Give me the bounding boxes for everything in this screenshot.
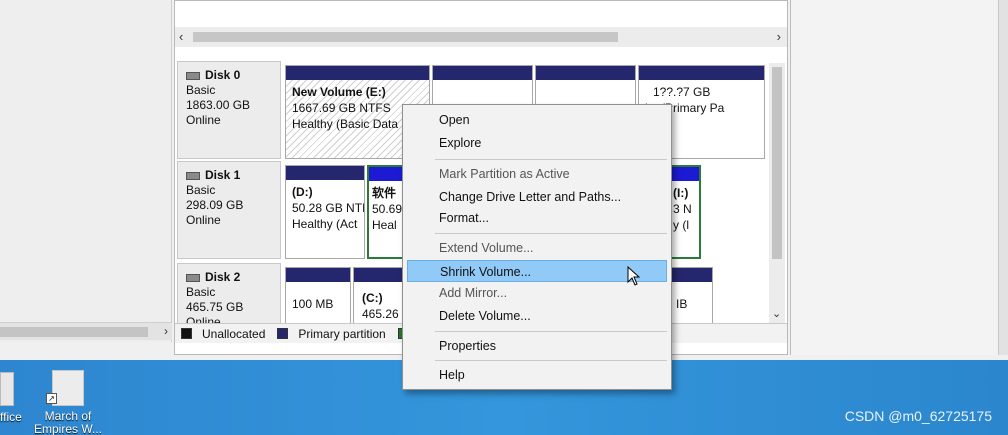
disk-type: Basic xyxy=(186,285,216,299)
scroll-thumb[interactable] xyxy=(193,32,618,42)
legend-primary: Primary partition xyxy=(298,326,386,341)
partition-status: y (l xyxy=(673,218,689,232)
primary-swatch xyxy=(277,328,289,339)
disk-status: Online xyxy=(186,213,221,227)
partition-c[interactable]: (C:) 465.26 G xyxy=(353,267,403,327)
menu-separator xyxy=(435,159,667,160)
menu-item-change-drive-letter[interactable]: Change Drive Letter and Paths... xyxy=(407,186,667,208)
desktop-icon-label: ffice xyxy=(0,410,22,424)
left-pane: › xyxy=(0,0,172,342)
disk-size: 465.75 GB xyxy=(186,300,244,314)
scroll-down-arrow-icon[interactable]: ⌄ xyxy=(772,307,781,320)
partition-size: 50.28 GB NTI xyxy=(292,201,365,215)
partition-i[interactable]: (I:) 3 N y (l xyxy=(669,165,701,259)
scroll-thumb[interactable] xyxy=(0,327,148,337)
partition-status: Heal xyxy=(372,218,397,232)
desktop-icon-label[interactable]: March of Empires W... xyxy=(34,410,102,435)
right-edge xyxy=(998,0,1008,355)
disk-icon xyxy=(186,171,200,180)
disk-name: Disk 1 xyxy=(205,168,241,182)
unallocated-swatch xyxy=(181,328,192,339)
partition-size: IB xyxy=(676,297,688,311)
actions-pane xyxy=(790,0,1008,355)
partition[interactable]: IB xyxy=(669,267,713,327)
menu-item-format[interactable]: Format... xyxy=(407,207,667,229)
menu-item-explore[interactable]: Explore xyxy=(407,132,667,154)
disk-icon xyxy=(186,71,200,80)
partition-size: 50.69 xyxy=(372,202,403,216)
scroll-left-arrow-icon[interactable]: ‹ xyxy=(179,29,183,44)
office-icon[interactable] xyxy=(0,372,14,406)
menu-item-open[interactable]: Open xyxy=(407,109,667,131)
partition-name: (I:) xyxy=(673,186,689,200)
disk-size: 298.09 GB xyxy=(186,198,244,212)
scroll-right-arrow-icon[interactable]: › xyxy=(164,324,168,338)
disk-status: Online xyxy=(186,113,221,127)
menu-separator xyxy=(435,360,667,361)
partition-system[interactable]: 100 MB xyxy=(285,267,351,327)
disk-view-vertical-scrollbar[interactable]: ⌄ xyxy=(769,63,785,323)
disk-name: Disk 2 xyxy=(205,270,241,284)
partition-size: 100 MB xyxy=(292,297,334,311)
partition-name: 软件 xyxy=(372,186,397,200)
watermark: CSDN @m0_62725175 xyxy=(844,408,992,424)
disk-label[interactable]: Disk 0 Basic 1863.00 GB Online xyxy=(177,61,281,159)
menu-item-delete-volume[interactable]: Delete Volume... xyxy=(407,305,667,327)
legend-unallocated: Unallocated xyxy=(202,326,266,341)
partition-d[interactable]: (D:) 50.28 GB NTI Healthy (Act xyxy=(285,165,365,259)
shortcut-arrow-icon: ↗ xyxy=(46,393,57,404)
scroll-right-arrow-icon[interactable]: › xyxy=(777,29,781,44)
partition-software[interactable]: 软件 50.69 Heal xyxy=(367,165,407,259)
mouse-pointer-icon xyxy=(627,266,641,286)
partition-name: New Volume (E:) xyxy=(292,85,386,99)
partition-status: Healthy (Act xyxy=(292,217,358,231)
disk-label[interactable]: Disk 1 Basic 298.09 GB Online xyxy=(177,161,281,259)
disk-icon xyxy=(186,273,200,282)
disk-label[interactable]: Disk 2 Basic 465.75 GB Online xyxy=(177,263,281,329)
partition-name: (C:) xyxy=(362,291,383,305)
partition-name: (D:) xyxy=(292,185,313,199)
scroll-thumb[interactable] xyxy=(772,67,782,259)
menu-item-mark-active[interactable]: Mark Partition as Active xyxy=(407,163,667,185)
menu-item-properties[interactable]: Properties xyxy=(407,335,667,357)
left-horizontal-scrollbar[interactable]: › xyxy=(0,322,172,340)
volume-list-horizontal-scrollbar[interactable]: ‹ › xyxy=(175,27,787,47)
menu-separator xyxy=(435,331,667,332)
menu-separator xyxy=(435,233,667,234)
partition-size: 1??.?7 GB xyxy=(653,85,711,99)
menu-item-extend-volume[interactable]: Extend Volume... xyxy=(407,237,667,259)
partition-context-menu: Open Explore Mark Partition as Active Ch… xyxy=(402,104,672,390)
disk-type: Basic xyxy=(186,83,216,97)
partition-size: 465.26 G xyxy=(362,307,402,321)
disk-type: Basic xyxy=(186,183,216,197)
disk-name: Disk 0 xyxy=(205,68,241,82)
menu-item-help[interactable]: Help xyxy=(407,364,667,386)
disk-size: 1863.00 GB xyxy=(186,98,251,112)
partition-size: 3 N xyxy=(673,202,692,216)
